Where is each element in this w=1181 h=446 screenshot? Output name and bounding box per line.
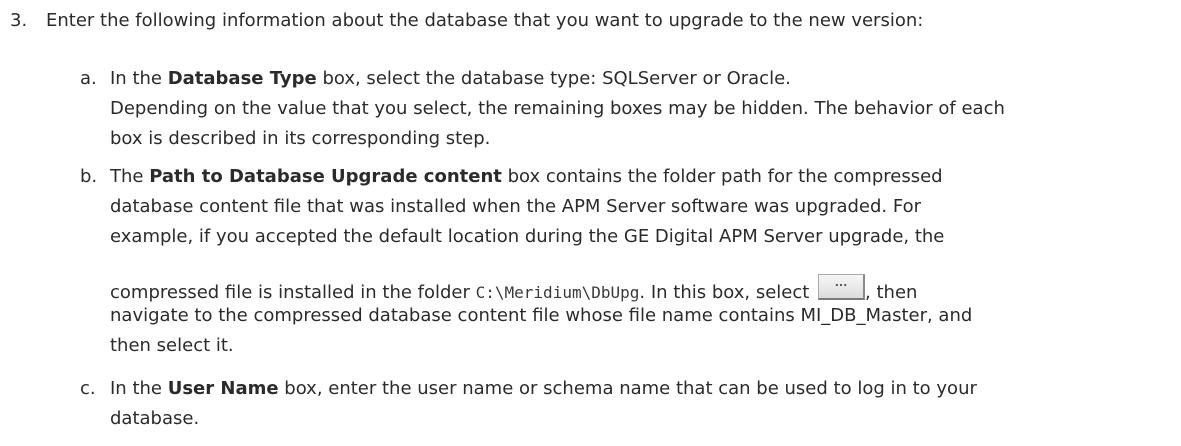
substep-b-line4-mid: . In this box, select: [639, 282, 816, 303]
substep-b-line2: database content file that was installed…: [110, 196, 921, 217]
substep-c-post: box, enter the user name or schema name …: [278, 378, 977, 399]
substep-a-letter: a.: [80, 68, 97, 89]
substep-b-line3: example, if you accepted the default loc…: [110, 226, 945, 247]
step-number: 3.: [10, 10, 28, 31]
folder-path-code: C:\Meridium\DbUpg: [475, 283, 640, 302]
database-type-label: Database Type: [167, 68, 317, 89]
substep-c-line1: In the User Name box, enter the user nam…: [110, 377, 977, 401]
substep-c-letter: c.: [80, 378, 96, 399]
browse-button[interactable]: ...: [818, 274, 866, 300]
substep-b-line1: The Path to Database Upgrade content box…: [110, 165, 943, 189]
substep-b-line4-pre: compressed file is installed in the fold…: [110, 282, 476, 303]
substep-b-post: box contains the folder path for the com…: [501, 166, 943, 187]
substep-b-pre: The: [110, 166, 150, 187]
substep-b-line6: then select it.: [110, 335, 234, 356]
substep-a-text: In the Database Type box, select the dat…: [110, 67, 791, 91]
substep-b-line4-post: , then: [865, 282, 918, 303]
substep-a-note-line1: Depending on the value that you select, …: [110, 98, 1005, 119]
substep-a-post: box, select the database type: SQLServer…: [316, 68, 791, 89]
substep-a-note-line2: box is described in its corresponding st…: [110, 128, 491, 149]
user-name-label: User Name: [167, 378, 279, 399]
substep-c-line2: database.: [110, 408, 200, 429]
browse-button-label: ...: [834, 276, 848, 289]
substep-b-line5: navigate to the compressed database cont…: [110, 305, 973, 326]
substep-b-line4: compressed file is installed in the fold…: [110, 274, 917, 303]
substep-b-letter: b.: [80, 166, 98, 187]
substep-a-pre: In the: [110, 68, 168, 89]
substep-c-pre: In the: [110, 378, 168, 399]
path-to-upgrade-content-label: Path to Database Upgrade content: [149, 166, 502, 187]
step-text: Enter the following information about th…: [46, 10, 924, 31]
